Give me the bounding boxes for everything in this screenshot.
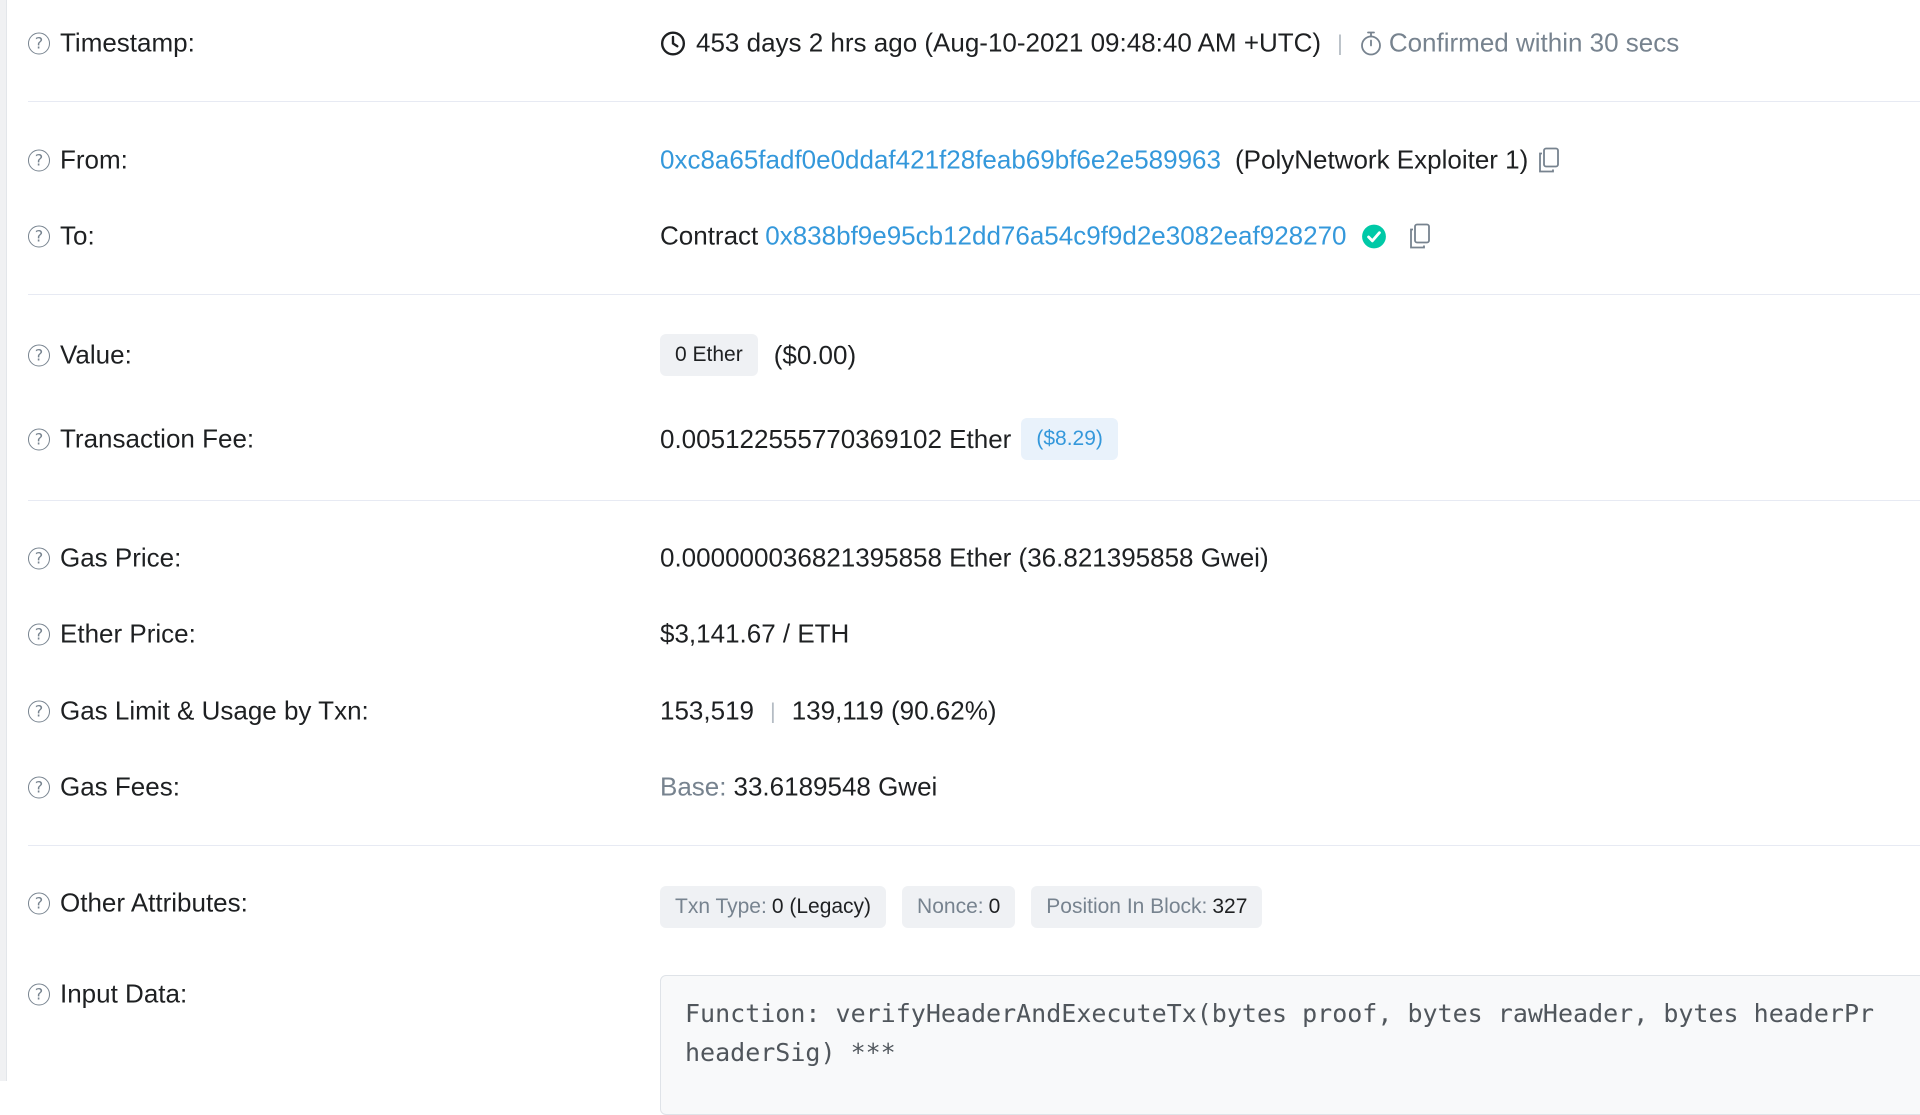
help-icon[interactable]: ? [28, 428, 50, 450]
copy-icon[interactable] [1538, 147, 1560, 173]
position-in-block-label: Position In Block: [1046, 895, 1208, 918]
contract-prefix: Contract [660, 220, 759, 251]
from-label: From: [60, 144, 128, 175]
transaction-fee-label: Transaction Fee: [60, 423, 255, 454]
to-address-link[interactable]: 0x838bf9e95cb12dd76a54c9f9d2e3082eaf9282… [765, 221, 1346, 252]
row-gas-fees: ? Gas Fees: Base: 33.6189548 Gwei [0, 767, 1920, 807]
row-value: ? Value: 0 Ether ($0.00) [0, 334, 1920, 376]
help-icon[interactable]: ? [28, 225, 50, 247]
txn-type-label: Txn Type: [675, 895, 767, 918]
value-usd: ($0.00) [773, 339, 857, 370]
divider [28, 845, 1920, 846]
position-in-block-value: 327 [1212, 895, 1248, 918]
input-data-textbox[interactable]: Function: verifyHeaderAndExecuteTx(bytes… [660, 975, 1920, 1115]
gas-limit-value: 153,519 [660, 695, 754, 726]
separator: | [1337, 30, 1343, 55]
other-attributes-label: Other Attributes: [60, 887, 248, 918]
input-data-label: Input Data: [60, 978, 188, 1009]
row-to: ? To: Contract 0x838bf9e95cb12dd76a54c9f… [0, 216, 1920, 256]
transaction-fee-usd-badge[interactable]: ($8.29) [1021, 418, 1118, 460]
gas-price-value: 0.000000036821395858 Ether (36.821395858… [660, 542, 1269, 573]
ether-price-value: $3,141.67 / ETH [660, 618, 850, 649]
divider [28, 500, 1920, 501]
help-icon[interactable]: ? [28, 983, 50, 1005]
row-ether-price: ? Ether Price: $3,141.67 / ETH [0, 614, 1920, 654]
row-gas-price: ? Gas Price: 0.000000036821395858 Ether … [0, 538, 1920, 578]
divider [28, 294, 1920, 295]
ether-price-label: Ether Price: [60, 618, 196, 649]
nonce-value: 0 [988, 895, 1001, 918]
stopwatch-icon [1359, 30, 1383, 56]
gas-fees-base-label: Base: [660, 771, 727, 802]
help-icon[interactable]: ? [28, 32, 50, 54]
row-gas-limit-usage: ? Gas Limit & Usage by Txn: 153,519 | 13… [0, 691, 1920, 731]
value-amount-badge: 0 Ether [660, 334, 758, 376]
row-timestamp: ? Timestamp: 453 days 2 hrs ago (Aug-10-… [0, 23, 1920, 63]
help-icon[interactable]: ? [28, 776, 50, 798]
divider [28, 101, 1920, 102]
gas-fees-base-value: 33.6189548 Gwei [733, 771, 938, 802]
clock-icon [660, 30, 686, 56]
timestamp-label: Timestamp: [60, 27, 195, 58]
verified-check-icon [1361, 223, 1387, 249]
help-icon[interactable]: ? [28, 344, 50, 366]
confirmed-text: Confirmed within 30 secs [1388, 27, 1680, 58]
nonce-label: Nonce: [917, 895, 984, 918]
position-in-block-badge: Position In Block: 327 [1031, 886, 1263, 928]
txn-type-badge: Txn Type: 0 (Legacy) [660, 886, 887, 928]
help-icon[interactable]: ? [28, 700, 50, 722]
row-other-attributes: ? Other Attributes: Txn Type: 0 (Legacy)… [0, 883, 1920, 928]
help-icon[interactable]: ? [28, 892, 50, 914]
gas-fees-label: Gas Fees: [60, 771, 180, 802]
row-from: ? From: 0xc8a65fadf0e0ddaf421f28feab69bf… [0, 140, 1920, 180]
help-icon[interactable]: ? [28, 547, 50, 569]
gas-usage-value: 139,119 (90.62%) [791, 695, 997, 726]
value-label: Value: [60, 339, 132, 370]
copy-icon[interactable] [1409, 223, 1431, 249]
row-transaction-fee: ? Transaction Fee: 0.005122555770369102 … [0, 418, 1920, 460]
timestamp-value: 453 days 2 hrs ago (Aug-10-2021 09:48:40… [696, 27, 1322, 58]
separator: | [769, 698, 776, 723]
gas-limit-label: Gas Limit & Usage by Txn: [60, 695, 369, 726]
from-name-tag: (PolyNetwork Exploiter 1) [1234, 144, 1529, 175]
transaction-fee-amount: 0.005122555770369102 Ether [660, 423, 1012, 454]
txn-type-value: 0 (Legacy) [771, 895, 872, 918]
help-icon[interactable]: ? [28, 149, 50, 171]
gas-price-label: Gas Price: [60, 542, 182, 573]
nonce-badge: Nonce: 0 [902, 886, 1016, 928]
from-address-link[interactable]: 0xc8a65fadf0e0ddaf421f28feab69bf6e2e5899… [660, 145, 1221, 176]
help-icon[interactable]: ? [28, 623, 50, 645]
to-label: To: [60, 220, 95, 251]
